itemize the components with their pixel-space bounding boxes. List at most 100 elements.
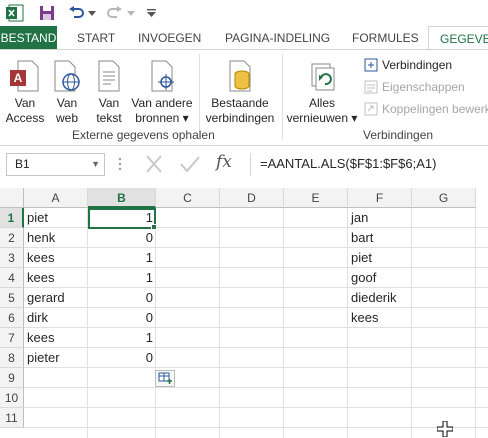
alles-vernieuwen-button[interactable]: Alles vernieuwen ▾ — [286, 56, 358, 126]
cell-a3[interactable]: kees — [24, 248, 88, 268]
cell-a7[interactable]: kees — [24, 328, 88, 348]
bestaande-verbindingen-button[interactable]: Bestaande verbindingen — [204, 56, 276, 126]
tab-pagina-indeling[interactable]: PAGINA-INDELING — [225, 26, 330, 50]
cell-b4[interactable]: 1 — [88, 268, 156, 288]
van-andere-bronnen-button[interactable]: Van andere bronnen ▾ — [130, 56, 194, 126]
chevron-down-icon[interactable]: ▼ — [91, 154, 100, 175]
group-label-connections: Verbindingen — [363, 128, 434, 142]
redo-dropdown-icon[interactable] — [126, 3, 136, 23]
ribbon-tabs: BESTAND START INVOEGEN PAGINA-INDELING F… — [0, 26, 488, 51]
column-header-b[interactable]: B — [88, 188, 156, 208]
fill-handle[interactable] — [151, 224, 157, 230]
bestaande-label-2: verbindingen — [205, 111, 275, 125]
customize-icon[interactable] — [146, 3, 156, 23]
save-icon[interactable] — [38, 3, 56, 23]
other-sources-icon — [130, 56, 194, 92]
undo-dropdown-icon[interactable] — [87, 3, 97, 23]
active-cell-border[interactable] — [88, 208, 156, 229]
insert-function-button[interactable]: fx — [216, 152, 240, 176]
eigenschappen-label: Eigenschappen — [382, 80, 465, 94]
row-header-11[interactable]: 11 — [0, 408, 24, 428]
cell-b5[interactable]: 0 — [88, 288, 156, 308]
cell-a4[interactable]: kees — [24, 268, 88, 288]
text-file-icon — [92, 56, 126, 92]
autofill-options-button[interactable] — [155, 370, 175, 387]
web-icon — [50, 56, 84, 92]
gridline — [475, 208, 476, 438]
column-header-f[interactable]: F — [348, 188, 412, 208]
formula-input[interactable]: =AANTAL.ALS($F$1:$F$6;A1) — [250, 153, 488, 176]
row-header-2[interactable]: 2 — [0, 228, 24, 248]
cell-b7[interactable]: 1 — [88, 328, 156, 348]
row-header-7[interactable]: 7 — [0, 328, 24, 348]
excel-icon[interactable] — [6, 3, 24, 23]
undo-icon[interactable] — [68, 3, 84, 23]
van-tekst-label-1: Van — [98, 96, 120, 110]
row-header-5[interactable]: 5 — [0, 288, 24, 308]
van-access-label-2: Access — [5, 111, 45, 125]
redo-icon[interactable] — [107, 3, 123, 23]
name-box[interactable]: B1 ▼ — [6, 153, 105, 176]
properties-icon — [364, 80, 378, 94]
group-label-external: Externe gegevens ophalen — [72, 128, 215, 142]
tab-invoegen[interactable]: INVOEGEN — [138, 26, 201, 50]
tab-formules[interactable]: FORMULES — [352, 26, 419, 50]
cell-f5[interactable]: diederik — [348, 288, 412, 308]
tab-gegevens[interactable]: GEGEVEN — [428, 26, 488, 51]
koppelingen-bewerken-button[interactable]: Koppelingen bewerk — [364, 102, 488, 116]
row-header-9[interactable]: 9 — [0, 368, 24, 388]
ribbon: A Van Access Van web Van tekst Van ander… — [0, 49, 488, 146]
cancel-icon[interactable] — [142, 154, 166, 174]
van-tekst-label-2: tekst — [96, 111, 122, 125]
row-header-1[interactable]: 1 — [0, 208, 24, 228]
cell-b3[interactable]: 1 — [88, 248, 156, 268]
row-header-6[interactable]: 6 — [0, 308, 24, 328]
cell-a6[interactable]: dirk — [24, 308, 88, 328]
row-header-8[interactable]: 8 — [0, 348, 24, 368]
tab-start[interactable]: START — [77, 26, 115, 50]
cell-f2[interactable]: bart — [348, 228, 412, 248]
enter-icon[interactable] — [178, 154, 202, 174]
koppelingen-label: Koppelingen bewerk — [382, 102, 488, 116]
resize-grip-icon[interactable] — [118, 154, 122, 174]
existing-connections-icon — [204, 56, 276, 92]
cell-a2[interactable]: henk — [24, 228, 88, 248]
van-web-label-2: web — [55, 111, 78, 125]
van-web-button[interactable]: Van web — [50, 56, 84, 126]
cell-f6[interactable]: kees — [348, 308, 412, 328]
column-header-e[interactable]: E — [284, 188, 348, 208]
cell-b6[interactable]: 0 — [88, 308, 156, 328]
cell-f3[interactable]: piet — [348, 248, 412, 268]
gridline — [24, 387, 488, 388]
bestaande-label-1: Bestaande — [211, 96, 269, 110]
edit-links-icon — [364, 102, 378, 116]
formula-bar: B1 ▼ fx =AANTAL.ALS($F$1:$F$6;A1) — [0, 146, 488, 186]
column-header-a[interactable]: A — [24, 188, 88, 208]
tab-bestand[interactable]: BESTAND — [0, 26, 57, 50]
cell-a1[interactable]: piet — [24, 208, 88, 228]
group-divider — [282, 54, 283, 140]
select-all-corner[interactable] — [0, 188, 24, 208]
cell-f4[interactable]: goof — [348, 268, 412, 288]
autofill-options-icon — [158, 372, 172, 384]
column-header-c[interactable]: C — [156, 188, 220, 208]
alles-label-2: vernieuwen ▾ — [286, 111, 358, 125]
van-access-label-1: Van — [14, 96, 36, 110]
column-header-g[interactable]: G — [412, 188, 476, 208]
cell-f1[interactable]: jan — [348, 208, 412, 228]
column-header-d[interactable]: D — [220, 188, 284, 208]
verbindingen-button[interactable]: Verbindingen — [364, 58, 452, 72]
gridline — [24, 407, 488, 408]
cell-b8[interactable]: 0 — [88, 348, 156, 368]
worksheet-grid: ABCDEFG 1 2 3 4 5 6 7 8 9 10 11 piet henk kees kees ge… — [0, 188, 488, 438]
row-header-10[interactable]: 10 — [0, 388, 24, 408]
row-header-3[interactable]: 3 — [0, 248, 24, 268]
quick-access-toolbar — [0, 0, 488, 26]
eigenschappen-button[interactable]: Eigenschappen — [364, 80, 465, 94]
row-header-4[interactable]: 4 — [0, 268, 24, 288]
cell-b2[interactable]: 0 — [88, 228, 156, 248]
cell-a5[interactable]: gerard — [24, 288, 88, 308]
van-access-button[interactable]: A Van Access — [4, 56, 46, 126]
van-tekst-button[interactable]: Van tekst — [92, 56, 126, 126]
cell-a8[interactable]: pieter — [24, 348, 88, 368]
